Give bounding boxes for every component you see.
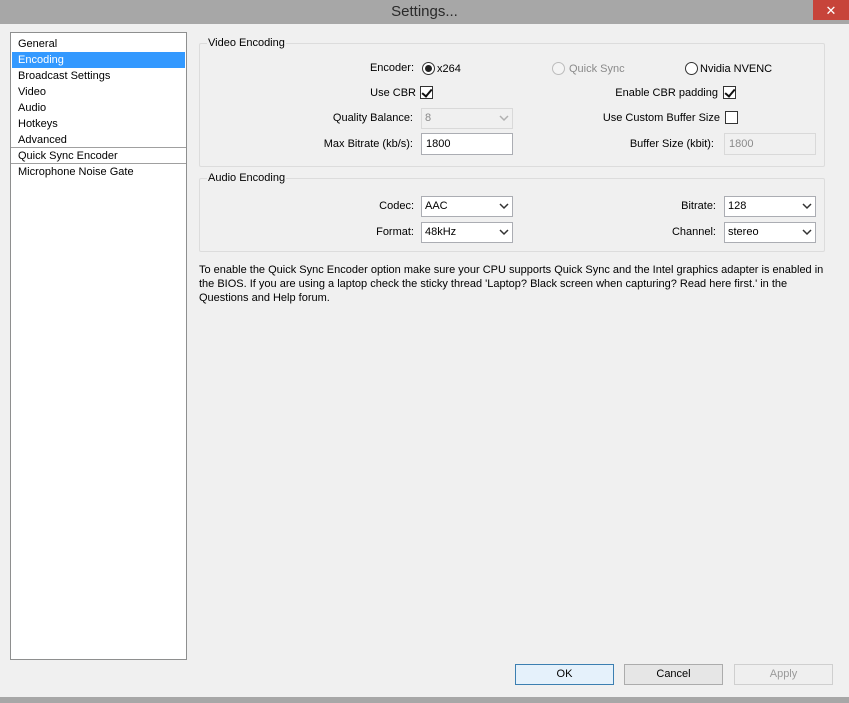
channel-dropdown[interactable]: stereo xyxy=(724,222,816,243)
settings-category-list[interactable]: General Encoding Broadcast Settings Vide… xyxy=(10,32,187,660)
sidebar-item-video[interactable]: Video xyxy=(12,84,185,100)
channel-value: stereo xyxy=(728,226,759,238)
audio-bitrate-dropdown[interactable]: 128 xyxy=(724,196,816,217)
title-bar: Settings... ✕ xyxy=(0,0,849,24)
encoder-x264-radio[interactable] xyxy=(422,62,435,75)
encoder-label: Encoder: xyxy=(369,62,414,74)
quality-balance-value: 8 xyxy=(425,112,432,124)
buffer-size-label: Buffer Size (kbit): xyxy=(629,138,714,150)
channel-label: Channel: xyxy=(671,226,716,238)
window-title: Settings... xyxy=(391,3,458,20)
encoder-x264-label[interactable]: x264 xyxy=(437,62,461,76)
chevron-down-icon xyxy=(499,203,509,210)
codec-value: AAC xyxy=(425,200,448,212)
chevron-down-icon xyxy=(802,229,812,236)
close-icon: ✕ xyxy=(825,2,837,18)
audio-encoding-group: Audio Encoding Codec: AAC Bitrate: 128 F… xyxy=(199,171,825,252)
encoder-nvenc-label[interactable]: Nvidia NVENC xyxy=(700,62,772,76)
cbr-padding-checkbox[interactable] xyxy=(723,86,736,99)
sidebar-item-general[interactable]: General xyxy=(12,36,185,52)
quality-balance-label: Quality Balance: xyxy=(332,112,413,124)
sidebar-item-encoding[interactable]: Encoding xyxy=(12,52,185,68)
audio-encoding-title: Audio Encoding xyxy=(207,171,287,185)
use-cbr-label: Use CBR xyxy=(370,87,416,99)
settings-client-area: General Encoding Broadcast Settings Vide… xyxy=(0,24,849,697)
quick-sync-info-text: To enable the Quick Sync Encoder option … xyxy=(199,264,824,304)
custom-buffer-label: Use Custom Buffer Size xyxy=(602,112,720,124)
sidebar-item-advanced[interactable]: Advanced xyxy=(12,132,185,148)
cbr-padding-label: Enable CBR padding xyxy=(615,87,718,99)
chevron-down-icon xyxy=(499,115,509,122)
apply-button: Apply xyxy=(734,664,833,685)
chevron-down-icon xyxy=(802,203,812,210)
close-button[interactable]: ✕ xyxy=(813,0,849,20)
cancel-button[interactable]: Cancel xyxy=(624,664,723,685)
format-label: Format: xyxy=(376,226,414,238)
buffer-size-input: 1800 xyxy=(724,133,816,155)
sidebar-item-microphone-noise-gate[interactable]: Microphone Noise Gate xyxy=(12,164,185,180)
sidebar-item-quick-sync-encoder[interactable]: Quick Sync Encoder xyxy=(12,148,185,164)
format-value: 48kHz xyxy=(425,226,457,238)
sidebar-item-audio[interactable]: Audio xyxy=(12,100,185,116)
use-cbr-checkbox[interactable] xyxy=(420,86,433,99)
sidebar-item-hotkeys[interactable]: Hotkeys xyxy=(12,116,185,132)
chevron-down-icon xyxy=(499,229,509,236)
quality-balance-dropdown: 8 xyxy=(421,108,513,129)
codec-dropdown[interactable]: AAC xyxy=(421,196,513,217)
codec-label: Codec: xyxy=(379,200,414,212)
video-encoding-title: Video Encoding xyxy=(207,36,286,50)
max-bitrate-input[interactable]: 1800 xyxy=(421,133,513,155)
custom-buffer-checkbox[interactable] xyxy=(725,111,738,124)
window-bottom-border xyxy=(0,697,849,703)
ok-button[interactable]: OK xyxy=(515,664,614,685)
encoder-quick-sync-label: Quick Sync xyxy=(569,63,625,75)
max-bitrate-label: Max Bitrate (kb/s): xyxy=(323,138,413,150)
format-dropdown[interactable]: 48kHz xyxy=(421,222,513,243)
sidebar-item-broadcast-settings[interactable]: Broadcast Settings xyxy=(12,68,185,84)
video-encoding-group: Video Encoding Encoder: x264 Quick Sync … xyxy=(199,36,825,167)
encoder-nvenc-radio[interactable] xyxy=(685,62,698,75)
encoder-quick-sync-radio xyxy=(552,62,565,75)
audio-bitrate-value: 128 xyxy=(728,200,747,212)
audio-bitrate-label: Bitrate: xyxy=(681,200,716,212)
